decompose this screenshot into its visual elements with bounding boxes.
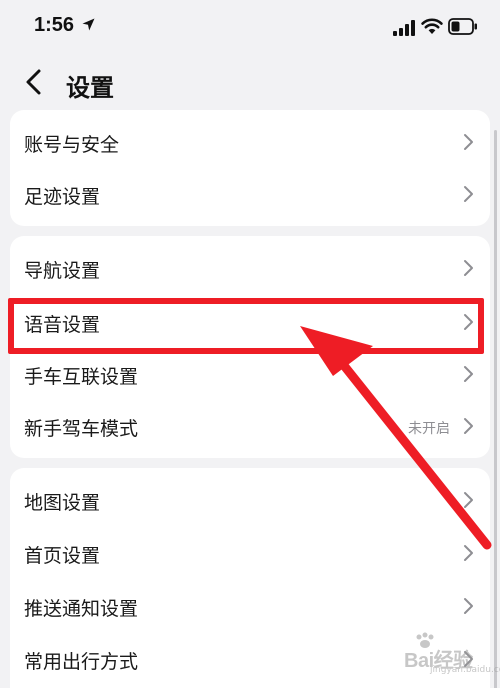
location-arrow-icon (82, 18, 95, 31)
settings-card-account: 账号与安全 足迹设置 (10, 110, 490, 226)
row-label: 新手驾车模式 (24, 418, 139, 440)
chevron-right-icon (464, 134, 473, 150)
scrollbar[interactable] (494, 130, 497, 688)
settings-card-navigation: 导航设置 语音设置 手车互联设置 新手驾车模式 未开启 (10, 236, 490, 458)
row-push-notification-settings[interactable]: 推送通知设置 (10, 580, 490, 632)
battery-icon (448, 18, 477, 35)
chevron-right-icon (464, 260, 473, 276)
status-bar: 1:56 (0, 0, 500, 56)
wifi-icon (421, 18, 443, 34)
row-map-settings[interactable]: 地图设置 (10, 474, 490, 526)
watermark: Bai经验 jingyan.baidu.com (384, 632, 500, 678)
row-novice-driving-mode[interactable]: 新手驾车模式 未开启 (10, 400, 490, 452)
row-label: 首页设置 (24, 545, 101, 567)
row-navigation-settings[interactable]: 导航设置 (10, 242, 490, 294)
chevron-right-icon (464, 418, 473, 434)
row-homepage-settings[interactable]: 首页设置 (10, 527, 490, 579)
signal-icon (393, 20, 415, 36)
row-label: 导航设置 (24, 260, 101, 282)
row-label: 地图设置 (24, 492, 101, 514)
chevron-right-icon (464, 314, 473, 330)
watermark-subtext: jingyan.baidu.com (430, 665, 500, 675)
row-label: 推送通知设置 (24, 598, 139, 620)
status-time: 1:56 (34, 14, 75, 36)
row-label: 足迹设置 (24, 186, 101, 208)
chevron-right-icon (464, 366, 473, 382)
chevron-right-icon (464, 492, 473, 508)
status-value: 未开启 (408, 421, 450, 437)
settings-screen: 1:56 设置 账号与安全 足迹设置 导航设置 语音设置 手车互联设置 新手驾车… (0, 0, 500, 688)
row-voice-settings[interactable]: 语音设置 (10, 296, 490, 348)
row-phone-car-connect[interactable]: 手车互联设置 (10, 348, 490, 400)
row-label: 常用出行方式 (24, 651, 139, 673)
chevron-right-icon (464, 545, 473, 561)
nav-header: 设置 (0, 56, 500, 108)
back-chevron-icon[interactable] (22, 68, 48, 96)
row-label: 手车互联设置 (24, 366, 139, 388)
row-account-security[interactable]: 账号与安全 (10, 116, 490, 168)
row-footprint-settings[interactable]: 足迹设置 (10, 168, 490, 220)
row-label: 语音设置 (24, 314, 101, 336)
chevron-right-icon (464, 598, 473, 614)
chevron-right-icon (464, 186, 473, 202)
row-label: 账号与安全 (24, 134, 120, 156)
page-title: 设置 (66, 74, 114, 102)
